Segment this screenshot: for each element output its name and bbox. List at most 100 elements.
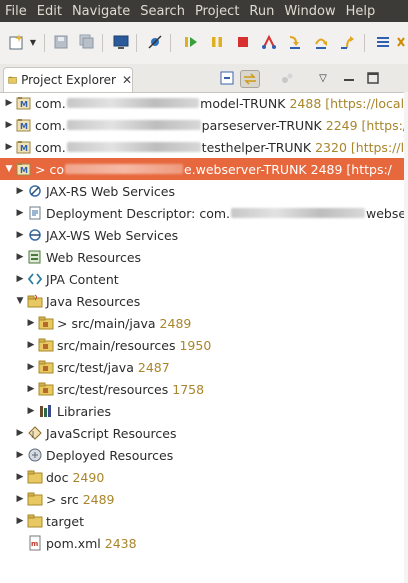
menu-edit[interactable]: Edit <box>32 4 67 19</box>
collapsed-arrow-icon[interactable]: ▶ <box>15 472 25 482</box>
javascript-resources-icon: J <box>27 425 43 441</box>
focus-icon[interactable] <box>278 70 296 86</box>
maven-project-icon: M <box>16 117 32 133</box>
collapsed-arrow-icon[interactable]: ▶ <box>15 450 25 460</box>
save-icon[interactable] <box>50 32 72 52</box>
revision-annotation: 2489 [https:/ <box>310 161 392 177</box>
minimize-icon[interactable] <box>340 70 358 86</box>
collapsed-arrow-icon[interactable]: ▶ <box>15 252 25 262</box>
collapsed-arrow-icon[interactable]: ▶ <box>15 208 25 218</box>
tree-row[interactable]: ▶ Mcom. parseserver-TRUNK 2249 [https:// <box>0 114 408 136</box>
revision-annotation: 1950 <box>179 337 212 353</box>
collapsed-arrow-icon[interactable]: ▶ <box>26 318 36 328</box>
tree-row[interactable]: ▶ Deployed Resources <box>0 444 408 466</box>
folder-icon <box>27 469 43 485</box>
vertical-scrollbar[interactable] <box>404 92 408 583</box>
redacted-text <box>66 142 201 152</box>
main-toolbar: ▼ <box>0 22 408 65</box>
menu-search[interactable]: Search <box>135 4 190 19</box>
step-return-icon[interactable] <box>336 32 358 52</box>
terminal-icon[interactable] <box>110 32 132 52</box>
suspend-icon[interactable] <box>206 32 228 52</box>
menu-project[interactable]: Project <box>190 4 244 19</box>
collapsed-arrow-icon[interactable]: ▶ <box>4 98 14 108</box>
collapsed-arrow-icon[interactable]: ▶ <box>15 274 25 284</box>
tree-row[interactable]: ▶ > src/main/java 2489 <box>0 312 408 334</box>
collapsed-arrow-icon[interactable]: ▶ <box>26 406 36 416</box>
collapsed-arrow-icon[interactable]: ▶ <box>26 362 36 372</box>
dropdown-arrow-icon[interactable]: ▼ <box>28 32 38 52</box>
step-into-icon[interactable] <box>284 32 306 52</box>
step-over-icon[interactable] <box>310 32 332 52</box>
tree-row-label: Libraries <box>57 403 111 419</box>
tree-row-label: testhelper-TRUNK <box>201 139 312 155</box>
new-wizard-icon[interactable] <box>6 32 28 52</box>
maximize-icon[interactable] <box>364 70 382 86</box>
source-folder-icon <box>38 359 54 375</box>
collapsed-arrow-icon[interactable]: ▶ <box>26 384 36 394</box>
use-step-filters-icon[interactable] <box>372 32 394 52</box>
collapsed-arrow-icon[interactable]: ▶ <box>15 428 25 438</box>
skip-breakpoints-icon[interactable] <box>144 32 166 52</box>
terminate-icon[interactable] <box>232 32 254 52</box>
menu-help[interactable]: Help <box>341 4 381 19</box>
tree-row[interactable]: ▶ doc 2490 <box>0 466 408 488</box>
deployment-descriptor-icon <box>27 205 43 221</box>
tree-row[interactable]: ▼ Java Resources <box>0 290 408 312</box>
collapsed-arrow-icon[interactable]: ▶ <box>15 186 25 196</box>
tree-row[interactable]: ▶ > src 2489 <box>0 488 408 510</box>
deployed-resources-icon <box>27 447 43 463</box>
collapsed-arrow-icon[interactable]: ▶ <box>4 142 14 152</box>
jaxws-icon <box>27 227 43 243</box>
tree-row[interactable]: ▶ JPA Content <box>0 268 408 290</box>
tree-row-label: parseserver-TRUNK <box>201 117 322 133</box>
resume-icon[interactable] <box>180 32 202 52</box>
tree-row[interactable]: ▶ J JavaScript Resources <box>0 422 408 444</box>
tree-row-prefix: Deployment Descriptor: com. <box>46 205 231 221</box>
toolbar-separator <box>102 34 103 52</box>
collapsed-arrow-icon[interactable]: ▶ <box>26 340 36 350</box>
folder-icon <box>27 513 43 529</box>
save-all-icon[interactable] <box>76 32 98 52</box>
collapsed-arrow-icon[interactable]: ▶ <box>15 516 25 526</box>
tree-row-prefix: com. <box>35 139 66 155</box>
menu-file[interactable]: File <box>0 4 32 19</box>
link-with-editor-icon[interactable] <box>240 70 260 88</box>
menu-window[interactable]: Window <box>279 4 340 19</box>
tree-row[interactable]: ▶ Web Resources <box>0 246 408 268</box>
toolbar-separator <box>364 34 365 52</box>
overflow-icon[interactable] <box>394 32 408 52</box>
tree-row[interactable]: ▶ JAX-WS Web Services <box>0 224 408 246</box>
tree-row[interactable]: ▶ Mcom. model-TRUNK 2488 [https://localh <box>0 92 408 114</box>
tree-row[interactable]: ▶ src/main/resources 1950 <box>0 334 408 356</box>
source-folder-icon <box>38 315 54 331</box>
jaxrs-icon <box>27 183 43 199</box>
tree-row[interactable]: ▶ src/test/java 2487 <box>0 356 408 378</box>
tree-row-label: > src/main/java <box>57 315 156 331</box>
disconnect-icon[interactable] <box>258 32 280 52</box>
close-icon[interactable]: ✕ <box>122 73 132 87</box>
menu-run[interactable]: Run <box>244 4 279 19</box>
tree-row[interactable]: ▶ Deployment Descriptor: com. webserv <box>0 202 408 224</box>
tree-row[interactable]: ▶ JAX-RS Web Services <box>0 180 408 202</box>
collapsed-arrow-icon[interactable]: ▶ <box>4 120 14 130</box>
tree-row[interactable]: ▶ Mcom. testhelper-TRUNK 2320 [https://lo <box>0 136 408 158</box>
view-tab-bar: Project Explorer ✕ ▽ <box>0 64 408 93</box>
tree-row-label: Deployed Resources <box>46 447 174 463</box>
collapsed-arrow-icon[interactable]: ▶ <box>15 230 25 240</box>
expanded-arrow-icon[interactable]: ▼ <box>4 164 14 174</box>
tree-row[interactable]: m pom.xml 2438 <box>0 532 408 554</box>
toolbar-separator <box>136 34 137 52</box>
tree-row[interactable]: ▼ M > co e.webserver-TRUNK 2489 [https:/ <box>0 158 408 180</box>
tree-row-label: src/test/resources <box>57 381 169 397</box>
collapsed-arrow-icon[interactable]: ▶ <box>15 494 25 504</box>
tree-row-label: src/test/java <box>57 359 134 375</box>
tab-project-explorer[interactable]: Project Explorer ✕ <box>3 67 133 92</box>
tree-row[interactable]: ▶ src/test/resources 1758 <box>0 378 408 400</box>
collapse-all-icon[interactable] <box>218 70 236 86</box>
view-menu-icon[interactable]: ▽ <box>314 70 332 86</box>
menu-navigate[interactable]: Navigate <box>67 4 135 19</box>
expanded-arrow-icon[interactable]: ▼ <box>15 296 25 306</box>
tree-row[interactable]: ▶ target <box>0 510 408 532</box>
tree-row[interactable]: ▶ Libraries <box>0 400 408 422</box>
